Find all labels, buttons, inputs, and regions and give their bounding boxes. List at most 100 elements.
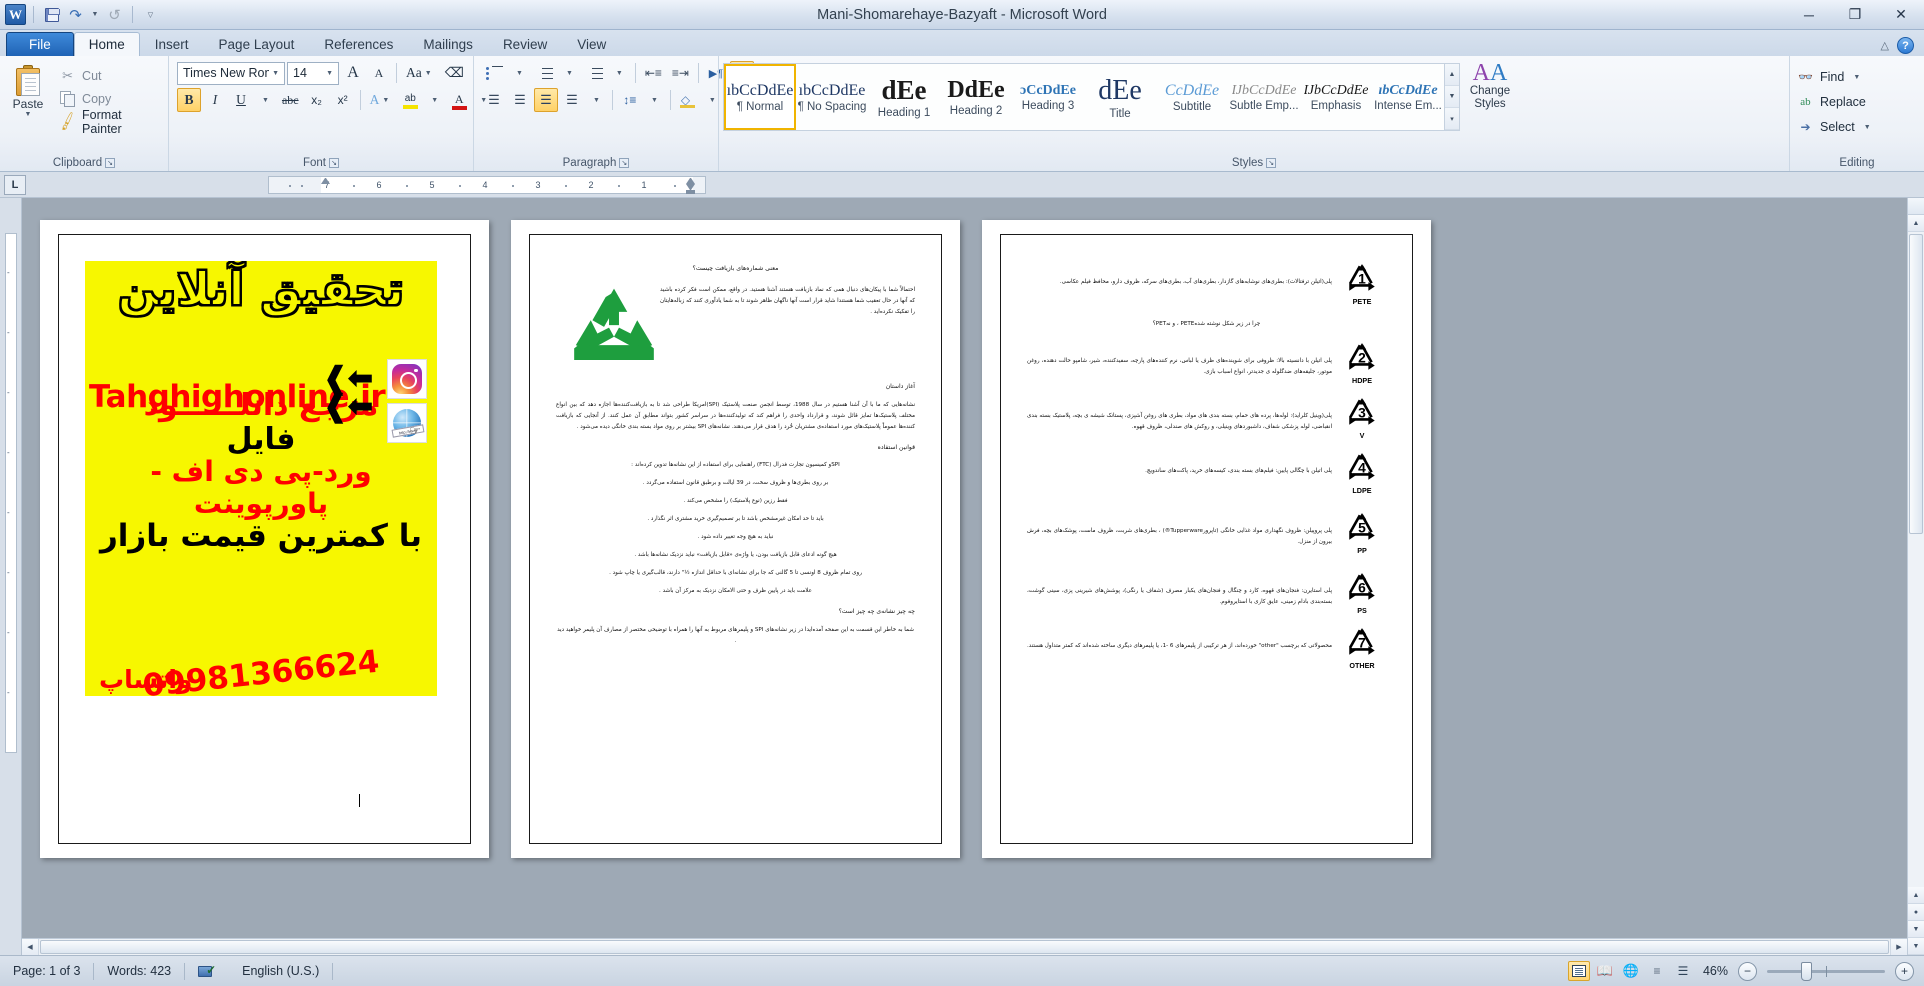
vertical-ruler[interactable]: - - - - - - - -	[0, 198, 22, 955]
style-heading-2[interactable]: DdEe Heading 2	[940, 64, 1012, 130]
zoom-in-button[interactable]: +	[1895, 961, 1914, 981]
zoom-slider[interactable]	[1767, 961, 1885, 981]
full-screen-reading-view-button[interactable]: 📖	[1594, 961, 1616, 981]
proofing-status[interactable]: ✓	[185, 956, 229, 986]
clipboard-dialog-launcher[interactable]: ↘	[105, 158, 116, 168]
draft-view-button[interactable]: ☰	[1672, 961, 1694, 981]
tab-mailings[interactable]: Mailings	[408, 32, 488, 56]
first-line-indent-marker[interactable]	[321, 177, 330, 184]
scroll-left-button[interactable]: ◀	[22, 938, 39, 955]
align-right-button[interactable]: ☰	[534, 88, 558, 112]
save-button[interactable]	[41, 4, 62, 25]
style-no-spacing[interactable]: ıbCcDdEe ¶ No Spacing	[796, 64, 868, 130]
style-subtle-emphasis[interactable]: ĲbCcDdEe Subtle Emp...	[1228, 64, 1300, 130]
subscript-button[interactable]: x₂	[305, 88, 329, 112]
numbering-button[interactable]	[532, 61, 557, 85]
tab-page-layout[interactable]: Page Layout	[204, 32, 310, 56]
select-browse-object-button[interactable]: ●	[1907, 904, 1924, 921]
zoom-slider-thumb[interactable]	[1801, 961, 1812, 981]
outline-view-button[interactable]: ≡	[1646, 961, 1668, 981]
change-styles-button[interactable]: AA Change Styles	[1460, 61, 1520, 111]
restore-button[interactable]: ❐	[1832, 0, 1878, 29]
styles-gallery-scroll[interactable]: ▲ ▼ ▾	[1444, 64, 1459, 130]
undo-dropdown-button[interactable]: ▼	[89, 4, 101, 25]
close-button[interactable]: ✕	[1878, 0, 1924, 29]
strikethrough-button[interactable]: abc	[278, 88, 303, 112]
shading-button[interactable]: ◇	[676, 88, 700, 112]
split-window-button[interactable]	[1907, 198, 1924, 215]
left-indent-marker[interactable]	[686, 189, 695, 194]
next-page-button[interactable]: ▼	[1907, 921, 1924, 938]
style-emphasis[interactable]: ĲbCcDdEe Emphasis	[1300, 64, 1372, 130]
word-logo-icon[interactable]: W	[5, 4, 26, 25]
clear-formatting-button[interactable]: ⌫	[441, 61, 468, 85]
tab-insert[interactable]: Insert	[140, 32, 204, 56]
scroll-right-button[interactable]: ▶	[1890, 938, 1907, 955]
tab-references[interactable]: References	[309, 32, 408, 56]
numbering-dropdown-button[interactable]: ▼	[559, 61, 580, 85]
change-case-button[interactable]: Aa ▼	[402, 61, 439, 85]
style-normal[interactable]: ıbCcDdEe ¶ Normal	[724, 64, 796, 130]
styles-dialog-launcher[interactable]: ↘	[1266, 158, 1277, 168]
multilevel-dropdown-button[interactable]: ▼	[609, 61, 630, 85]
justify-button[interactable]: ☰	[560, 88, 584, 112]
word-count-indicator[interactable]: Words: 423	[94, 956, 184, 986]
customize-qat-button[interactable]: ▽	[140, 4, 161, 25]
document-page-2[interactable]: معنی شماره‌های بازیافت چیست؟	[511, 220, 960, 858]
bold-button[interactable]: B	[177, 88, 201, 112]
copy-button[interactable]: Copy	[56, 88, 162, 109]
scroll-up-icon[interactable]: ▲	[1445, 64, 1459, 86]
line-spacing-dropdown-button[interactable]: ▼	[644, 88, 665, 112]
cut-button[interactable]: ✂ Cut	[56, 65, 162, 86]
style-heading-1[interactable]: dEe Heading 1	[868, 64, 940, 130]
horizontal-scroll-thumb[interactable]	[40, 940, 1889, 954]
text-effects-button[interactable]: A ▼	[366, 88, 397, 112]
undo-button[interactable]: ↷	[65, 4, 86, 25]
redo-button[interactable]: ↺	[104, 4, 125, 25]
zoom-out-button[interactable]: −	[1738, 961, 1757, 981]
align-center-button[interactable]: ☰	[508, 88, 532, 112]
tab-stop-selector[interactable]: L	[4, 174, 26, 195]
minimize-button[interactable]: ─	[1786, 0, 1832, 29]
chevron-down-icon[interactable]: ▼	[25, 111, 32, 118]
style-heading-3[interactable]: ɔCcDdEe Heading 3	[1012, 64, 1084, 130]
document-page-1[interactable]: تحقیق آنلاین Tahghighonline.ir ❰⬅ ❰⬅ htt…	[40, 220, 489, 858]
bullets-button[interactable]	[482, 61, 507, 85]
grow-font-button[interactable]: A	[341, 61, 365, 85]
shrink-font-button[interactable]: A	[367, 61, 391, 85]
underline-dropdown-button[interactable]: ▼	[255, 88, 276, 112]
font-color-button[interactable]: A	[447, 88, 471, 112]
style-intense-emphasis[interactable]: ıbCcDdEe Intense Em...	[1372, 64, 1444, 130]
globe-icon[interactable]: http://www ☞	[387, 403, 427, 443]
scroll-down-icon[interactable]: ▼	[1445, 86, 1459, 108]
print-layout-view-button[interactable]	[1568, 961, 1590, 981]
tab-review[interactable]: Review	[488, 32, 562, 56]
highlight-dropdown-button[interactable]: ▼	[424, 88, 445, 112]
language-indicator[interactable]: English (U.S.)	[229, 956, 332, 986]
find-button[interactable]: 👓 Find ▼	[1794, 66, 1881, 88]
horizontal-scrollbar[interactable]: ◀ ▶	[22, 938, 1907, 955]
style-title[interactable]: dEe Title	[1084, 64, 1156, 130]
collapse-ribbon-icon[interactable]: △	[1881, 39, 1889, 52]
help-icon[interactable]: ?	[1897, 37, 1914, 54]
horizontal-ruler[interactable]: 7 6 5 4 3 2 1	[268, 175, 706, 194]
font-name-combobox[interactable]: Times New Romi ▼	[177, 61, 285, 85]
scroll-down-button[interactable]: ▼	[1907, 938, 1924, 955]
document-pages[interactable]: تحقیق آنلاین Tahghighonline.ir ❰⬅ ❰⬅ htt…	[22, 198, 1907, 938]
italic-button[interactable]: I	[203, 88, 227, 112]
instagram-icon[interactable]	[387, 359, 427, 399]
web-layout-view-button[interactable]: 🌐	[1620, 961, 1642, 981]
font-dialog-launcher[interactable]: ↘	[329, 158, 339, 168]
justify-dropdown-button[interactable]: ▼	[586, 88, 607, 112]
document-page-3[interactable]: 1 PETE پلی(اتیلن ترفتالات): بطری‌های نوش…	[982, 220, 1431, 858]
bullets-dropdown-button[interactable]: ▼	[509, 61, 530, 85]
align-left-button[interactable]: ☰	[482, 88, 506, 112]
select-button[interactable]: ➔ Select ▼	[1794, 116, 1881, 138]
line-spacing-button[interactable]: ↕≡	[618, 88, 642, 112]
chevron-down-icon[interactable]: ▼	[1850, 74, 1863, 81]
tab-file[interactable]: File	[6, 32, 74, 56]
vertical-scroll-thumb[interactable]	[1909, 234, 1923, 534]
previous-page-button[interactable]: ▲	[1907, 887, 1924, 904]
multilevel-list-button[interactable]	[582, 61, 607, 85]
increase-indent-button[interactable]: ≡⇥	[668, 61, 693, 85]
